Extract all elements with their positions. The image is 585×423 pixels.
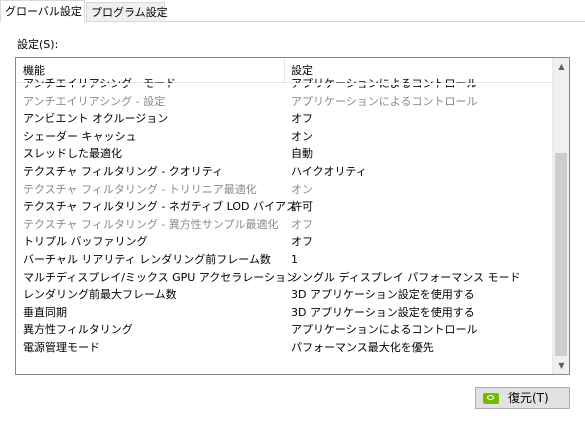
row-setting-value[interactable]: オフ (291, 110, 313, 128)
table-row[interactable]: シェーダー キャッシュ オン (16, 128, 552, 146)
scroll-up-arrow-icon[interactable]: ▲ (553, 58, 569, 75)
row-setting-value[interactable]: 自動 (291, 145, 313, 163)
settings-list[interactable]: 機能 設定 アンチエイリアシング - モード アプリケーションによるコントロールア… (15, 57, 570, 375)
row-setting-value[interactable]: オフ (291, 216, 313, 234)
row-feature-label: スレッドした最適化 (23, 147, 122, 161)
table-row[interactable]: テクスチャ フィルタリング - 異方性サンプル最適化 オフ (16, 216, 552, 234)
row-feature-label: テクスチャ フィルタリング - クオリティ (23, 164, 224, 178)
settings-tabs: グローバル設定 プログラム設定 (0, 0, 585, 22)
table-row[interactable]: 垂直同期 3D アプリケーション設定を使用する (16, 304, 552, 322)
row-setting-value[interactable]: 3D アプリケーション設定を使用する (291, 286, 475, 304)
restore-button[interactable]: 復元(T) (475, 387, 570, 409)
table-row[interactable]: テクスチャ フィルタリング - クオリティ ハイクオリティ (16, 163, 552, 181)
row-setting-value[interactable]: シングル ディスプレイ パフォーマンス モード (291, 269, 521, 287)
table-row[interactable]: テクスチャ フィルタリング - トリリニア最適化 オン (16, 181, 552, 199)
row-feature-label: マルチディスプレイ/ミックス GPU アクセラレーション (23, 270, 298, 284)
table-row[interactable]: 異方性フィルタリング アプリケーションによるコントロール (16, 321, 552, 339)
row-feature-label: テクスチャ フィルタリング - ネガティブ LOD バイアス (23, 200, 297, 214)
row-setting-value[interactable]: 1 (291, 251, 298, 269)
table-row[interactable]: レンダリング前最大フレーム数 3D アプリケーション設定を使用する (16, 286, 552, 304)
table-row[interactable]: バーチャル リアリティ レンダリング前フレーム数 1 (16, 251, 552, 269)
settings-rows: アンチエイリアシング - モード アプリケーションによるコントロール アンチエイリア… (16, 75, 552, 357)
table-row[interactable]: スレッドした最適化 自動 (16, 145, 552, 163)
row-setting-value[interactable]: 3D アプリケーション設定を使用する (291, 304, 475, 322)
row-feature-label: 異方性フィルタリング (23, 323, 133, 337)
row-setting-value[interactable]: オン (291, 128, 313, 146)
table-row[interactable]: アンビエント オクルージョン オフ (16, 110, 552, 128)
row-setting-value[interactable]: パフォーマンス最大化を優先 (291, 339, 434, 357)
table-row[interactable]: アンチエイリアシング - 設定 アプリケーションによるコントロール (16, 93, 552, 111)
row-feature-label: アンチエイリアシング - 設定 (23, 94, 166, 108)
tab-program-settings[interactable]: プログラム設定 (86, 2, 168, 21)
settings-label: 設定(S): (17, 38, 59, 51)
row-feature-label: トリプル バッファリング (23, 235, 148, 249)
tab-global-settings[interactable]: グローバル設定 (0, 0, 85, 22)
table-row[interactable]: トリプル バッファリング オフ (16, 233, 552, 251)
row-feature-label: バーチャル リアリティ レンダリング前フレーム数 (23, 252, 271, 266)
row-feature-label: 垂直同期 (23, 305, 67, 319)
row-feature-label: テクスチャ フィルタリング - トリリニア最適化 (23, 182, 257, 196)
row-feature-label: シェーダー キャッシュ (23, 129, 137, 143)
row-setting-value[interactable]: アプリケーションによるコントロール (291, 93, 477, 111)
row-setting-value[interactable]: オン (291, 181, 313, 199)
row-feature-label: アンビエント オクルージョン (23, 112, 169, 126)
row-setting-value[interactable]: ハイクオリティ (291, 163, 367, 181)
row-feature-label: 電源管理モード (23, 340, 100, 354)
tabs-divider (0, 21, 585, 22)
row-setting-value[interactable]: 許可 (291, 198, 313, 216)
table-row[interactable]: テクスチャ フィルタリング - ネガティブ LOD バイアス 許可 (16, 198, 552, 216)
list-header-bottom-edge (16, 83, 552, 85)
row-feature-label: レンダリング前最大フレーム数 (23, 288, 177, 302)
row-feature-label: テクスチャ フィルタリング - 異方性サンプル最適化 (23, 217, 279, 231)
vertical-scrollbar[interactable]: ▲ ▼ (552, 58, 569, 374)
row-setting-value[interactable]: アプリケーションによるコントロール (291, 321, 477, 339)
scroll-thumb[interactable] (555, 153, 567, 356)
table-row[interactable]: 電源管理モード パフォーマンス最大化を優先 (16, 339, 552, 357)
row-setting-value[interactable]: オフ (291, 233, 313, 251)
scroll-down-arrow-icon[interactable]: ▼ (553, 357, 569, 374)
restore-button-label: 復元(T) (508, 391, 549, 405)
table-row[interactable]: マルチディスプレイ/ミックス GPU アクセラレーション シングル ディスプレイ … (16, 269, 552, 287)
nvidia-logo-icon (483, 393, 499, 404)
